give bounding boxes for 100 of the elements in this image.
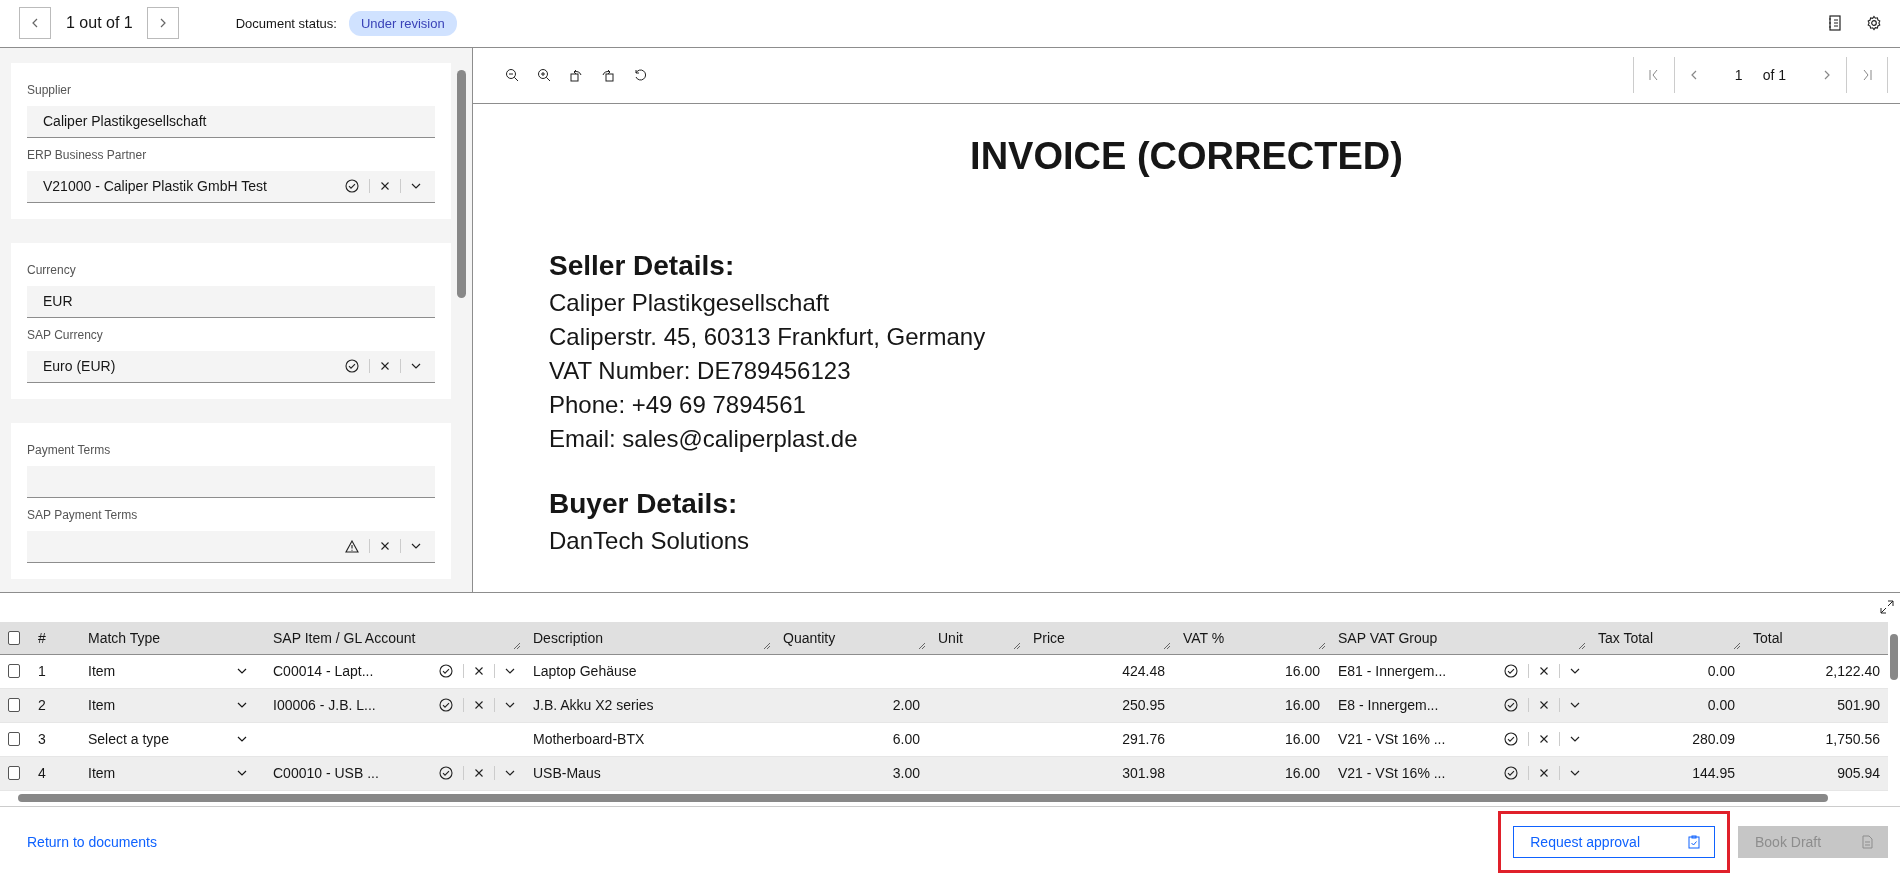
table-cell: Motherboard-BTX [533, 731, 645, 748]
return-link[interactable]: Return to documents [27, 833, 157, 850]
input-field[interactable] [27, 465, 435, 498]
column-header: Price [1033, 629, 1065, 646]
close-icon[interactable] [1539, 666, 1549, 677]
clipboard-check-icon [1688, 834, 1700, 849]
table-cell: 3.00 [892, 765, 920, 782]
row-checkbox[interactable] [8, 766, 20, 781]
table-cell: 250.95 [1122, 697, 1165, 714]
field-label: ERP Business Partner [27, 147, 148, 162]
field-label: Currency [27, 262, 77, 277]
lookup-field[interactable] [27, 530, 435, 563]
close-icon[interactable] [380, 361, 390, 372]
document-text: VAT Number: DE789456123 [549, 355, 852, 386]
table-cell: 16.00 [1284, 663, 1320, 680]
row-checkbox[interactable] [8, 698, 20, 713]
match-type-dropdown[interactable]: Select a type [88, 731, 255, 748]
page-total: of 1 [1762, 67, 1786, 84]
check-circle-icon [1504, 766, 1518, 781]
table-cell: 6.00 [892, 731, 920, 748]
notebook-icon[interactable] [1828, 15, 1842, 32]
input-field[interactable]: EUR [27, 285, 435, 318]
lookup-cell[interactable]: V21 - VSt 16% ... [1338, 731, 1446, 748]
column-header: Total [1753, 629, 1783, 646]
close-icon[interactable] [380, 181, 390, 192]
row-checkbox[interactable] [8, 732, 20, 747]
column-header: SAP Item / GL Account [273, 629, 416, 646]
check-circle-icon [439, 766, 453, 781]
lookup-field[interactable]: Euro (EUR) [27, 350, 435, 383]
document-text: DanTech Solutions [549, 525, 751, 556]
field-label: Supplier [27, 82, 73, 97]
table-cell: Laptop Gehäuse [533, 663, 637, 680]
input-field[interactable]: Caliper Plastikgesellschaft [27, 105, 435, 138]
last-page-icon[interactable] [1861, 69, 1873, 82]
table-cell: 3 [38, 731, 46, 748]
resize-handle-icon[interactable] [1163, 641, 1171, 650]
column-header: Quantity [783, 629, 836, 646]
lookup-cell[interactable]: V21 - VSt 16% ... [1338, 765, 1446, 782]
resize-handle-icon[interactable] [1733, 641, 1741, 650]
resize-handle-icon[interactable] [1578, 641, 1586, 650]
section-heading: Buyer Details: [549, 487, 739, 520]
table-cell: 280.09 [1692, 731, 1735, 748]
close-icon[interactable] [474, 666, 484, 677]
table-cell: 905.94 [1837, 765, 1880, 782]
close-icon[interactable] [380, 541, 390, 552]
lookup-cell[interactable]: E8 - Innergem... [1338, 697, 1439, 714]
document-text: Email: sales@caliperplast.de [549, 423, 859, 454]
document-text: Caliperstr. 45, 60313 Frankfurt, Germany [549, 321, 987, 352]
rotate-right-icon[interactable] [601, 68, 615, 83]
zoom-out-icon[interactable] [505, 68, 519, 83]
close-icon[interactable] [474, 768, 484, 779]
column-header: SAP VAT Group [1338, 629, 1438, 646]
next-page-icon [1822, 70, 1832, 81]
page-number[interactable]: 1 [1734, 67, 1743, 84]
zoom-in-icon[interactable] [537, 68, 551, 83]
lookup-cell[interactable]: C00014 - Lapt... [273, 663, 374, 680]
resize-handle-icon[interactable] [1013, 641, 1021, 650]
section-heading: Seller Details: [549, 249, 736, 282]
expand-icon[interactable] [1880, 600, 1894, 615]
table-cell: 1,750.56 [1825, 731, 1880, 748]
record-counter: 1 out of 1 [66, 14, 133, 33]
close-icon[interactable] [1539, 700, 1549, 711]
check-circle-icon [439, 664, 453, 679]
resize-handle-icon[interactable] [1318, 641, 1326, 650]
match-type-dropdown[interactable]: Item [88, 697, 255, 714]
table-cell: J.B. Akku X2 series [533, 697, 654, 714]
column-header: Unit [938, 629, 963, 646]
close-icon[interactable] [1539, 734, 1549, 745]
resize-handle-icon[interactable] [763, 641, 771, 650]
table-cell: 144.95 [1692, 765, 1735, 782]
field-label: Payment Terms [27, 442, 112, 457]
status-label: Document status: [235, 15, 337, 31]
check-circle-icon [1504, 698, 1518, 713]
match-type-dropdown[interactable]: Item [88, 765, 255, 782]
lookup-cell[interactable]: E81 - Innergem... [1338, 663, 1447, 680]
resize-handle-icon[interactable] [918, 641, 926, 650]
table-cell: 1 [38, 663, 46, 680]
settings-icon[interactable] [1866, 15, 1882, 32]
first-page-icon[interactable] [1647, 69, 1660, 82]
match-type-dropdown[interactable]: Item [88, 663, 255, 680]
action-button[interactable]: Request approval [1513, 825, 1715, 858]
table-cell: 0.00 [1707, 697, 1735, 714]
close-icon[interactable] [474, 700, 484, 711]
lookup-cell[interactable]: C00010 - USB ... [273, 765, 379, 782]
table-cell: 16.00 [1284, 697, 1320, 714]
rotate-left-icon[interactable] [569, 68, 583, 83]
row-checkbox[interactable] [8, 664, 20, 679]
close-icon[interactable] [1539, 768, 1549, 779]
column-header: # [38, 629, 46, 646]
table-cell: 2,122.40 [1825, 663, 1880, 680]
document-icon [1862, 834, 1873, 849]
document-text: Caliper Plastikgesellschaft [549, 287, 831, 318]
document-text: Phone: +49 69 7894561 [549, 389, 807, 420]
reset-icon[interactable] [633, 68, 647, 83]
lookup-cell[interactable]: I00006 - J.B. L... [273, 697, 376, 714]
column-header: Match Type [88, 629, 161, 646]
select-all-checkbox[interactable] [8, 630, 20, 645]
resize-handle-icon[interactable] [513, 641, 521, 650]
lookup-field[interactable]: V21000 - Caliper Plastik GmbH Test [27, 170, 435, 203]
table-cell: 16.00 [1284, 731, 1320, 748]
